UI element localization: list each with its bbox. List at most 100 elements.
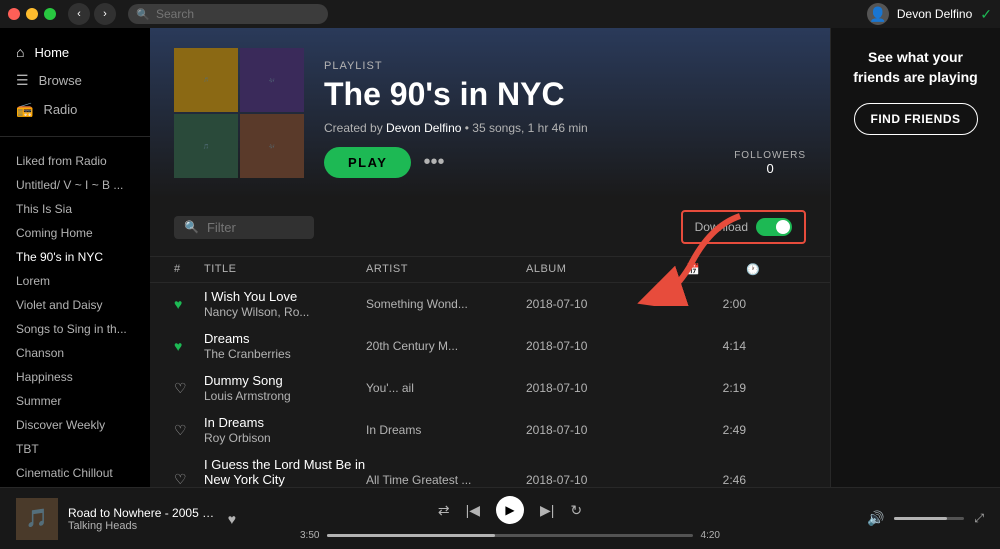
more-options-button[interactable]: ••• xyxy=(423,151,444,174)
playlist-info: PLAYLIST The 90's in NYC Created by Devo… xyxy=(324,60,806,178)
filter-icon: 🔍 xyxy=(184,220,199,234)
progress-area: 3:50 4:20 xyxy=(300,530,720,541)
track-title-cell: I Wish You LoveNancy Wilson, Ro... xyxy=(204,289,366,319)
volume-fill xyxy=(894,517,947,520)
play-button[interactable]: PLAY xyxy=(324,147,411,178)
close-button[interactable] xyxy=(8,8,20,20)
playlist-meta: Created by Devon Delfino • 35 songs, 1 h… xyxy=(324,121,806,135)
cover-cell-4: 🎶 xyxy=(240,114,304,178)
playlist-actions: PLAY ••• FOLLOWERS 0 xyxy=(324,147,806,178)
playlist-item-12[interactable]: TBT xyxy=(8,437,142,461)
sidebar-item-radio[interactable]: 📻 Radio xyxy=(8,95,142,124)
track-date: 2018-07-10 xyxy=(526,381,686,395)
now-playing: 🎵 Road to Nowhere - 2005 Rem... Talking … xyxy=(16,498,236,540)
track-duration: 2:19 xyxy=(686,381,746,395)
now-playing-title: Road to Nowhere - 2005 Rem... xyxy=(68,506,218,520)
browse-icon: ☰ xyxy=(16,72,29,89)
playlist-item-13[interactable]: Cinematic Chillout xyxy=(8,461,142,485)
minimize-button[interactable] xyxy=(26,8,38,20)
heart-icon[interactable]: ♡ xyxy=(174,471,204,487)
heart-icon[interactable]: ♥ xyxy=(174,296,204,312)
expand-button[interactable]: ⤢ xyxy=(974,511,984,526)
nav-arrows: ‹ › xyxy=(68,3,116,25)
current-time: 3:50 xyxy=(300,530,319,541)
playlist-header: 🎵 🎶 🎵 🎶 PLAYLIST The 90's in NYC xyxy=(150,28,830,198)
playlist-item-1[interactable]: Untitled/ V ~ I ~ B ... xyxy=(8,173,142,197)
creator-link[interactable]: Devon Delfino xyxy=(386,121,461,135)
search-input[interactable] xyxy=(128,4,328,24)
cover-cell-1: 🎵 xyxy=(174,48,238,112)
user-name: Devon Delfino xyxy=(897,7,972,21)
volume-icon[interactable]: 🔊 xyxy=(867,510,884,527)
filter-input[interactable] xyxy=(207,220,304,235)
followers-info: FOLLOWERS 0 xyxy=(734,150,806,176)
playlist-item-8[interactable]: Chanson xyxy=(8,341,142,365)
content-area: 🎵 🎶 🎵 🎶 PLAYLIST The 90's in NYC xyxy=(150,28,1000,487)
volume-bar[interactable] xyxy=(894,517,964,520)
cover-cell-3: 🎵 xyxy=(174,114,238,178)
friends-playing-title: See what your friends are playing xyxy=(847,48,984,87)
heart-icon[interactable]: ♡ xyxy=(174,380,204,397)
next-button[interactable]: ▶| xyxy=(540,502,554,519)
playlist-item-2[interactable]: This Is Sia xyxy=(8,197,142,221)
shuffle-button[interactable]: ⇄ xyxy=(438,502,450,519)
playlist-item-0[interactable]: Liked from Radio xyxy=(8,149,142,173)
playlist-item-9[interactable]: Happiness xyxy=(8,365,142,389)
followers-count: 0 xyxy=(734,161,806,176)
forward-button[interactable]: › xyxy=(94,3,116,25)
track-date: 2018-07-10 xyxy=(526,473,686,487)
header-album: ALBUM xyxy=(526,263,686,276)
table-row[interactable]: ♥ DreamsThe Cranberries 20th Century M..… xyxy=(150,325,830,367)
heart-icon[interactable]: ♡ xyxy=(174,422,204,439)
track-album: In Dreams xyxy=(366,423,526,437)
table-row[interactable]: ♥ I Wish You LoveNancy Wilson, Ro... Som… xyxy=(150,283,830,325)
now-playing-thumbnail: 🎵 xyxy=(16,498,58,540)
avatar: 👤 xyxy=(867,3,889,25)
playlist-item-7[interactable]: Songs to Sing in th... xyxy=(8,317,142,341)
header-duration: 🕐 xyxy=(746,263,806,276)
track-album: All Time Greatest ... xyxy=(366,473,526,487)
table-row[interactable]: ♡ Dummy SongLouis Armstrong You'... ail … xyxy=(150,367,830,409)
titlebar: ‹ › 🔍 👤 Devon Delfino ✓ xyxy=(0,0,1000,28)
track-album: 20th Century M... xyxy=(366,339,526,353)
track-duration: 4:14 xyxy=(686,339,746,353)
header-artist: ARTIST xyxy=(366,263,526,276)
controls-bar: 🔍 Download xyxy=(150,198,830,257)
sidebar-nav: ⌂ Home ☰ Browse 📻 Radio xyxy=(0,38,150,137)
filter-box[interactable]: 🔍 xyxy=(174,216,314,239)
progress-fill xyxy=(327,534,495,537)
heart-icon[interactable]: ♥ xyxy=(174,338,204,354)
play-pause-button[interactable]: ▶ xyxy=(496,496,524,524)
followers-label: FOLLOWERS xyxy=(734,150,806,161)
track-list: ♥ I Wish You LoveNancy Wilson, Ro... Som… xyxy=(150,283,830,487)
download-toggle-area: Download xyxy=(681,210,806,244)
fullscreen-button[interactable] xyxy=(44,8,56,20)
back-button[interactable]: ‹ xyxy=(68,3,90,25)
sidebar-item-radio-label: Radio xyxy=(43,102,77,117)
header-title: TITLE xyxy=(204,263,366,276)
playlist-item-11[interactable]: Discover Weekly xyxy=(8,413,142,437)
titlebar-right: 👤 Devon Delfino ✓ xyxy=(867,3,992,25)
like-button[interactable]: ♥ xyxy=(228,511,236,527)
playlist-item-5[interactable]: Lorem xyxy=(8,269,142,293)
track-title-cell: In DreamsRoy Orbison xyxy=(204,415,366,445)
table-row[interactable]: ♡ I Guess the Lord Must Be in New York C… xyxy=(150,451,830,487)
progress-bar[interactable] xyxy=(327,534,692,537)
playlist-item-10[interactable]: Summer xyxy=(8,389,142,413)
sidebar-item-browse[interactable]: ☰ Browse xyxy=(8,66,142,95)
playlist-item-3[interactable]: Coming Home xyxy=(8,221,142,245)
playlist-item-4[interactable]: The 90's in NYC xyxy=(8,245,142,269)
previous-button[interactable]: |◀ xyxy=(466,502,480,519)
repeat-button[interactable]: ↻ xyxy=(570,502,582,519)
table-row[interactable]: ♡ In DreamsRoy Orbison In Dreams 2018-07… xyxy=(150,409,830,451)
sidebar-playlists: Liked from Radio Untitled/ V ~ I ~ B ...… xyxy=(0,137,150,487)
sidebar-item-home[interactable]: ⌂ Home xyxy=(8,38,142,66)
track-title-cell: I Guess the Lord Must Be in New York Cit… xyxy=(204,457,366,487)
playlist-cover: 🎵 🎶 🎵 🎶 xyxy=(174,48,304,178)
find-friends-button[interactable]: FIND FRIENDS xyxy=(854,103,978,135)
search-container: 🔍 xyxy=(128,4,328,24)
playlist-item-6[interactable]: Violet and Daisy xyxy=(8,293,142,317)
track-title-cell: Dummy SongLouis Armstrong xyxy=(204,373,366,403)
download-toggle[interactable] xyxy=(756,218,792,236)
header-num: # xyxy=(174,263,204,276)
